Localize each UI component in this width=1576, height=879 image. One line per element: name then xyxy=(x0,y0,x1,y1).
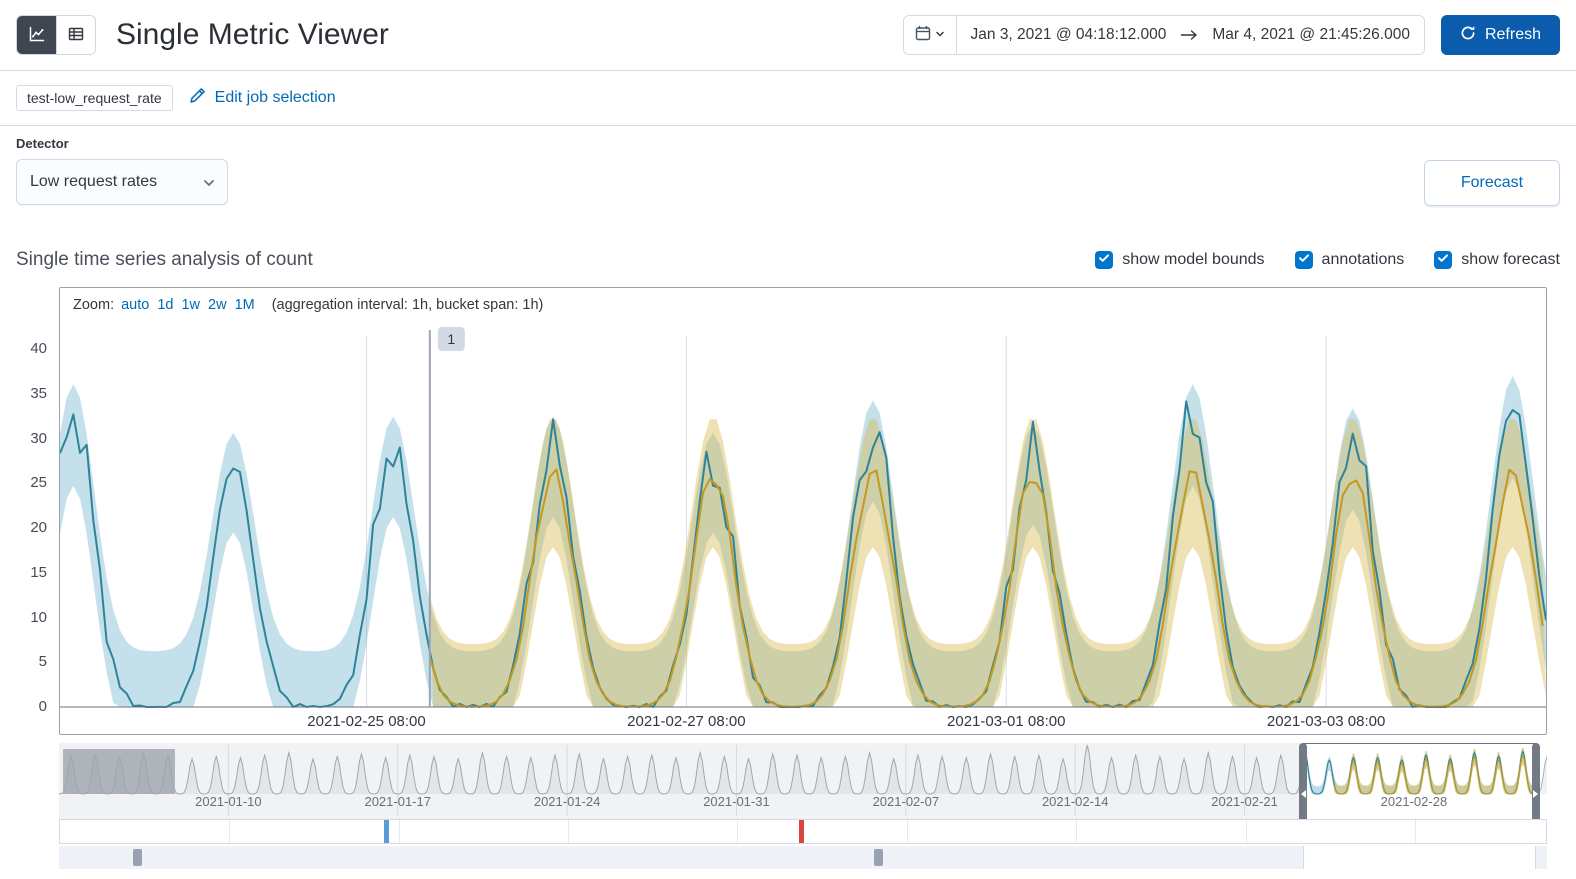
x-axis-label: 2021-02-25 08:00 xyxy=(307,713,425,730)
y-axis-label: 0 xyxy=(38,698,47,715)
x-axis-label: 2021-02-27 08:00 xyxy=(627,713,745,730)
series-header: Single time series analysis of count sho… xyxy=(0,223,1576,287)
overview-marker xyxy=(873,849,883,866)
checkbox-label: show model bounds xyxy=(1122,251,1265,268)
lane-separator xyxy=(568,820,570,843)
checked-checkbox[interactable] xyxy=(1095,251,1114,269)
checkbox-label: show forecast xyxy=(1461,251,1560,268)
calendar-icon xyxy=(915,25,931,46)
x-axis-label: 2021-03-01 08:00 xyxy=(947,713,1065,730)
date-range-start[interactable]: Jan 3, 2021 @ 04:18:12.000 xyxy=(957,26,1181,44)
job-badge: test-low_request_rate xyxy=(16,85,173,111)
arrow-right-icon xyxy=(1533,789,1539,798)
time-series-viewer: 0 5 10 15 20 25 30 35 40 Zoom: auto 1d 1w 2w 1M (agg… xyxy=(0,287,1576,869)
refresh-icon xyxy=(1460,25,1476,46)
chart-options: show model bounds annotations show forec… xyxy=(1095,251,1560,269)
chevron-down-icon xyxy=(935,26,945,44)
lane-separator xyxy=(1414,820,1416,843)
chevron-down-icon xyxy=(202,176,216,195)
lane-separator xyxy=(737,820,739,843)
chart-view-button[interactable] xyxy=(17,16,56,54)
forecast-button[interactable]: Forecast xyxy=(1424,160,1560,206)
lane-separator xyxy=(1245,820,1247,843)
y-axis-label: 10 xyxy=(30,608,47,626)
x-axis-label: 2021-03-03 08:00 xyxy=(1267,713,1385,730)
job-selection-bar: test-low_request_rate Edit job selection xyxy=(0,71,1576,126)
page-title: Single Metric Viewer xyxy=(116,18,389,51)
annotation-marker[interactable] xyxy=(798,820,804,843)
check-icon xyxy=(1437,251,1449,269)
date-range-end[interactable]: Mar 4, 2021 @ 21:45:26.000 xyxy=(1198,26,1424,44)
pencil-icon xyxy=(189,87,206,109)
aggregation-note: (aggregation interval: 1h, bucket span: … xyxy=(271,297,544,313)
zoom-controls: Zoom: auto 1d 1w 2w 1M (aggregation interval… xyxy=(60,288,1546,322)
y-axis-label: 25 xyxy=(30,474,47,492)
series-title: Single time series analysis of count xyxy=(16,249,313,270)
checkbox-show-forecast[interactable]: show forecast xyxy=(1434,251,1560,269)
edit-job-selection-link[interactable]: Edit job selection xyxy=(189,87,336,109)
forecast-bounds-band xyxy=(429,419,1546,707)
checkbox-annotations[interactable]: annotations xyxy=(1294,251,1405,269)
checked-checkbox[interactable] xyxy=(1434,251,1453,269)
lane-separator xyxy=(398,820,400,843)
arrow-left-icon xyxy=(1300,789,1306,798)
view-toggle-group xyxy=(16,15,96,55)
zoom-link-1d[interactable]: 1d xyxy=(157,297,173,313)
y-axis-label: 30 xyxy=(30,429,47,447)
table-view-button[interactable] xyxy=(56,16,95,54)
y-axis-label: 20 xyxy=(30,519,47,536)
refresh-button[interactable]: Refresh xyxy=(1440,15,1560,55)
refresh-label: Refresh xyxy=(1484,26,1541,43)
zoom-link-1M[interactable]: 1M xyxy=(235,297,255,313)
app-header: Single Metric Viewer Jan 3, 2021 @ 04:18… xyxy=(0,0,1576,71)
detector-label: Detector xyxy=(16,136,69,151)
table-icon xyxy=(68,26,84,45)
lane-separator xyxy=(229,820,231,843)
lane-separator xyxy=(906,820,908,843)
checked-checkbox[interactable] xyxy=(1294,251,1313,269)
zoom-link-auto[interactable]: auto xyxy=(121,297,149,313)
check-icon xyxy=(1298,251,1310,269)
overview-scrollbar-lane xyxy=(59,845,1547,869)
y-axis-label: 5 xyxy=(38,653,47,671)
arrow-right-icon xyxy=(1180,29,1198,41)
main-chart-panel: Zoom: auto 1d 1w 2w 1M (aggregation interval… xyxy=(59,287,1547,735)
overview-marker xyxy=(132,849,142,866)
main-time-series-chart[interactable]: 1 2021-02-25 08:00 2021-02-27 08:00 2021-03… xyxy=(60,322,1546,734)
quick-select-button[interactable] xyxy=(904,16,957,54)
annotation-marker[interactable] xyxy=(383,820,389,843)
check-icon xyxy=(1098,251,1110,269)
zoom-link-1w[interactable]: 1w xyxy=(181,297,200,313)
y-axis-label: 15 xyxy=(30,563,47,581)
y-axis-label: 40 xyxy=(30,340,47,357)
detector-select[interactable]: Low request rates xyxy=(16,159,228,205)
annotation-badge-label: 1 xyxy=(447,331,455,347)
super-date-picker: Jan 3, 2021 @ 04:18:12.000 Mar 4, 2021 @… xyxy=(902,15,1425,55)
zoom-link-2w[interactable]: 2w xyxy=(208,297,227,313)
checkbox-label: annotations xyxy=(1321,251,1405,268)
annotation-lane xyxy=(59,819,1547,844)
edit-job-selection-label: Edit job selection xyxy=(214,89,336,106)
detector-selected-option: Low request rates xyxy=(30,173,158,190)
zoom-label: Zoom: xyxy=(73,297,115,313)
scrollbar-selection-region xyxy=(1303,846,1536,869)
zoom-links: auto 1d 1w 2w 1M xyxy=(121,297,255,313)
detector-row: Detector Low request rates Forecast xyxy=(0,126,1576,223)
y-axis-label: 35 xyxy=(30,384,47,402)
line-chart-icon xyxy=(29,26,45,45)
lane-separator xyxy=(1076,820,1078,843)
checkbox-show-model-bounds[interactable]: show model bounds xyxy=(1095,251,1265,269)
